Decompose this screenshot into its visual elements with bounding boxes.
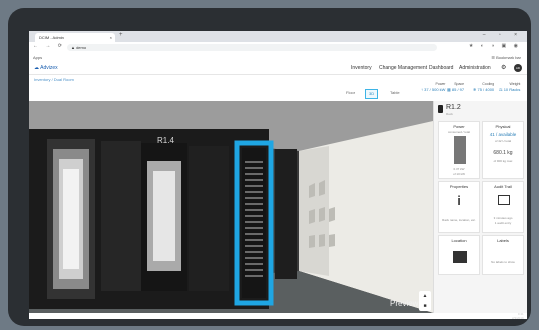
properties-card[interactable]: Properties i Rack name, location, etc.: [438, 181, 480, 233]
rack-far[interactable]: [275, 149, 297, 279]
stat-space-label: Space: [454, 82, 465, 86]
stat-cooling: Cooling ❄ 75 / 4000: [473, 82, 494, 92]
calendar-icon: [498, 195, 510, 205]
screen: DCIM - Admin × + – ▫ × ← → ⟳ ⌂ ▲ demo ★ …: [29, 31, 527, 319]
taskbar-clock: 9:41 2/3/2019: [512, 312, 524, 320]
stat-power-label: Power: [435, 82, 446, 86]
power-title: Power: [453, 124, 465, 129]
app-logo-text: Advizex: [40, 65, 58, 71]
physical-u-value: 41 / available: [489, 132, 517, 137]
extension-icons[interactable]: ★ ◐ ◑ ▣ ◉: [469, 43, 521, 49]
bookmark-apps[interactable]: Apps: [33, 53, 42, 62]
info-icon: i: [457, 193, 461, 208]
nav-administration[interactable]: Administration: [459, 65, 491, 71]
rack-dark[interactable]: [189, 146, 229, 291]
physical-title: Physical: [495, 124, 511, 129]
rack-detail-panel: R1.2 Rack Power consumed / total 0.37 kW…: [433, 101, 527, 313]
rack-name: R1.2: [446, 104, 461, 111]
toggle-up-icon[interactable]: ▲: [419, 291, 431, 301]
tab-table[interactable]: Table: [387, 89, 403, 97]
labels-title: Labels: [497, 238, 509, 243]
tab-close-icon[interactable]: ×: [110, 33, 112, 42]
power-bar: [454, 136, 466, 164]
stat-weight-value: ⚖ 10 Racks: [499, 87, 521, 92]
window-controls[interactable]: – ▫ ×: [483, 32, 523, 38]
rack-icon: [438, 105, 443, 113]
nav-change-management[interactable]: Change Management: [379, 65, 427, 71]
stat-space-value: ▦ 85 / 97: [447, 87, 465, 92]
stat-power-value: ↑ 37 / 500 kW: [421, 87, 446, 92]
stat-cooling-label: Cooling: [482, 82, 495, 86]
physical-weight-sub: of 900 kg max: [493, 159, 513, 163]
properties-text: Rack name, location, etc.: [442, 218, 476, 222]
tab-title: DCIM - Admin: [39, 35, 64, 40]
tab-3d[interactable]: 3D: [365, 89, 379, 99]
browser-tab[interactable]: DCIM - Admin ×: [35, 33, 115, 42]
location-icon: [453, 251, 467, 263]
power-card[interactable]: Power consumed / total 0.37 kW of 10 kW: [438, 121, 480, 179]
rack-label: R1.4: [157, 136, 174, 145]
location-title: Location: [451, 238, 467, 243]
rack-subtitle: Rack: [446, 112, 453, 116]
app-logo[interactable]: ☁ Advizex: [34, 65, 58, 71]
physical-card[interactable]: Physical 41 / available of 42 U total 68…: [482, 121, 524, 179]
preview-label: Preview: [390, 299, 419, 308]
audit-trail-card[interactable]: Audit Trail 3 minutes ago 1 audit entry: [482, 181, 524, 233]
stat-cooling-value: ❄ 75 / 4000: [473, 87, 495, 92]
tab-floor[interactable]: Floor: [343, 89, 358, 97]
physical-weight: 680.1 kg: [493, 150, 513, 156]
power-used: 0.37 kW: [453, 167, 465, 171]
clock-date: 2/3/2019: [512, 316, 524, 320]
breadcrumb[interactable]: Inventory / Dual Room: [34, 77, 74, 82]
app-header: ☁ Advizex Inventory Change Management Da…: [29, 62, 527, 75]
nav-dashboard[interactable]: Dashboard: [429, 65, 453, 71]
properties-title: Properties: [449, 184, 469, 189]
toggle-square-icon[interactable]: ■: [419, 301, 431, 311]
view-toggles: ▲ ■: [419, 291, 431, 311]
avatar[interactable]: AD: [514, 64, 522, 72]
browser-tab-bar: DCIM - Admin × + – ▫ ×: [29, 31, 527, 42]
power-caption: consumed / total: [447, 130, 470, 134]
new-tab-icon[interactable]: +: [119, 32, 123, 38]
physical-u-sub: of 42 U total: [494, 139, 512, 143]
audit-count: 1 audit entry: [494, 221, 512, 225]
labels-empty-text: No labels to show: [491, 260, 515, 264]
rack-r14-glass: [153, 171, 175, 261]
nav-inventory[interactable]: Inventory: [351, 65, 372, 71]
3d-scene-graphic: R1.4: [29, 101, 433, 313]
gear-icon[interactable]: ⚙: [501, 64, 506, 71]
laptop-frame: DCIM - Admin × + – ▫ × ← → ⟳ ⌂ ▲ demo ★ …: [8, 8, 531, 326]
bookmark-other[interactable]: ☰ Bookmark bar: [491, 53, 521, 62]
audit-time: 3 minutes ago: [493, 216, 513, 220]
bookmarks-bar: Apps ☰ Bookmark bar: [29, 53, 527, 62]
stat-weight: Weight ⚖ 10 Racks: [499, 82, 520, 92]
stat-space: Space ▦ 85 / 97: [447, 82, 464, 92]
address-bar[interactable]: ▲ demo: [67, 44, 437, 51]
rack-mid[interactable]: [101, 141, 141, 291]
labels-card[interactable]: Labels No labels to show: [482, 235, 524, 275]
3d-rack-view[interactable]: R1.4 Preview ▲ ■: [29, 101, 433, 313]
audit-title: Audit Trail: [494, 184, 512, 189]
power-total: of 10 kW: [453, 172, 465, 176]
stat-weight-label: Weight: [509, 82, 521, 86]
stat-power: Power ↑ 37 / 500 kW: [421, 82, 445, 92]
rack-left-shine: [63, 169, 79, 269]
location-card[interactable]: Location: [438, 235, 480, 275]
